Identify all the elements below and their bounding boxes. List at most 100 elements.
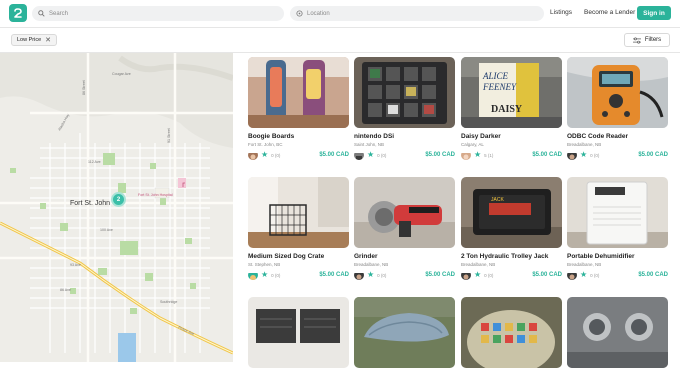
listing-card[interactable]: [461, 297, 562, 368]
listing-location: Breadalbane, NB: [354, 262, 389, 267]
listing-price: $5.00 CAD: [425, 152, 455, 158]
listing-card[interactable]: [354, 297, 455, 368]
listing-title[interactable]: 2 Ton Hydraulic Trolley Jack: [461, 253, 562, 260]
search-icon: [38, 10, 45, 17]
listing-card[interactable]: Portable Dehumidifier Breadalbane, NB ★ …: [567, 177, 668, 280]
location-icon: [296, 10, 303, 17]
cargo-box-photo[interactable]: [354, 297, 455, 368]
avatar[interactable]: [461, 150, 471, 160]
star-icon: ★: [474, 150, 482, 159]
listing-rating: 0 (0): [484, 272, 494, 278]
map-street-label: 91 Street: [167, 128, 171, 143]
listing-title[interactable]: ODBC Code Reader: [567, 133, 668, 140]
listing-card[interactable]: nintendo DSi Saint John, NB ★ 0 (0) $5.0…: [354, 57, 455, 160]
svg-text:ALICE: ALICE: [482, 71, 509, 81]
code-reader-photo[interactable]: [567, 57, 668, 128]
listing-title[interactable]: Medium Sized Dog Crate: [248, 253, 349, 260]
map-street-label: Cougar Ave: [112, 72, 131, 76]
nintendo-dsi-photo[interactable]: [354, 57, 455, 128]
grinder-photo[interactable]: [354, 177, 455, 248]
boogie-boards-photo[interactable]: [248, 57, 349, 128]
svg-text:JACK: JACK: [491, 197, 504, 203]
listing-card[interactable]: JACK 2 Ton Hydraulic Trolley Jack Breada…: [461, 177, 562, 280]
listing-price: $5.00 CAD: [638, 152, 668, 158]
listing-rating: 0 (0): [377, 152, 387, 158]
listing-card[interactable]: Medium Sized Dog Crate St. Stephen, NB ★…: [248, 177, 349, 280]
map-street-label: 86 Street: [82, 80, 86, 95]
sliders-icon: [632, 37, 641, 43]
logo-icon[interactable]: [9, 4, 27, 22]
top-bar: Search Location Listings Become a Lender…: [0, 0, 680, 27]
avatar[interactable]: [248, 150, 258, 160]
listing-title[interactable]: nintendo DSi: [354, 133, 455, 140]
map-street-label: 93 Ave: [70, 263, 81, 267]
trolley-jack-photo[interactable]: JACK: [461, 177, 562, 248]
avatar[interactable]: [567, 150, 577, 160]
star-icon: ★: [367, 150, 375, 159]
nav-listings-link[interactable]: Listings: [550, 9, 572, 16]
map-city-label: Fort St. John: [70, 200, 110, 207]
listing-location: Breadalbane, NB: [567, 142, 602, 147]
search-input[interactable]: Search: [32, 6, 284, 21]
star-icon: ★: [261, 150, 269, 159]
listing-card[interactable]: Boogie Boards Fort St. John, BC ★ 0 (0) …: [248, 57, 349, 160]
close-icon[interactable]: ✕: [45, 36, 51, 44]
listing-location: St. Stephen, NB: [248, 262, 281, 267]
listing-title[interactable]: Daisy Darker: [461, 133, 562, 140]
map-street-label: 86 Ave: [60, 288, 71, 292]
listing-rating: 0 (0): [271, 272, 281, 278]
listing-title[interactable]: Portable Dehumidifier: [567, 253, 668, 260]
book-photo[interactable]: ALICE FEENEY DAISY: [461, 57, 562, 128]
avatar[interactable]: [567, 270, 577, 280]
cluster-count: 2: [116, 196, 121, 203]
dehumidifier-photo[interactable]: [567, 177, 668, 248]
nav-become-lender-link[interactable]: Become a Lender: [584, 9, 635, 16]
svg-text:FEENEY: FEENEY: [482, 82, 517, 92]
listing-card[interactable]: ALICE FEENEY DAISY Daisy Darker Calgary, A…: [461, 57, 562, 160]
avatar[interactable]: [354, 270, 364, 280]
location-placeholder: Location: [307, 10, 330, 17]
listing-card[interactable]: Grinder Breadalbane, NB ★ 0 (0) $5.00 CA…: [354, 177, 455, 280]
listing-card[interactable]: ODBC Code Reader Breadalbane, NB ★ 0 (0)…: [567, 57, 668, 160]
filters-label: Filters: [644, 37, 662, 43]
listing-price: $5.00 CAD: [532, 152, 562, 158]
dog-crate-photo[interactable]: [248, 177, 349, 248]
listing-card[interactable]: [248, 297, 349, 368]
game-board-photo[interactable]: [461, 297, 562, 368]
header-divider: [0, 27, 680, 28]
listing-title[interactable]: Grinder: [354, 253, 455, 260]
map-street-label: Alaska Hwy: [57, 113, 70, 131]
map-street-label: Peace Ave: [178, 325, 195, 336]
listing-price: $5.00 CAD: [638, 272, 668, 278]
star-icon: ★: [261, 270, 269, 279]
avatar[interactable]: [354, 150, 364, 160]
listing-rating: 5 (1): [484, 152, 494, 158]
listing-rating: 0 (0): [271, 152, 281, 158]
star-icon: ★: [580, 270, 588, 279]
avatar[interactable]: [461, 270, 471, 280]
listing-rating: 0 (0): [590, 272, 600, 278]
lamps-photo[interactable]: [567, 297, 668, 368]
crates-photo[interactable]: [248, 297, 349, 368]
listing-location: Breadalbane, NB: [461, 262, 496, 267]
listing-price: $5.00 CAD: [425, 272, 455, 278]
map-view[interactable]: Cougar Ave 86 Street Alaska Hwy 91 Stree…: [0, 53, 233, 362]
svg-text:DAISY: DAISY: [491, 104, 523, 115]
location-input[interactable]: Location: [290, 6, 544, 21]
star-icon: ★: [474, 270, 482, 279]
listing-price: $5.00 CAD: [319, 152, 349, 158]
listing-rating: 0 (0): [590, 152, 600, 158]
search-placeholder: Search: [49, 10, 69, 17]
map-street-label: 100 Ave: [100, 228, 113, 232]
filters-button[interactable]: Filters: [624, 33, 670, 47]
listing-location: Breadalbane, NB: [567, 262, 602, 267]
avatar[interactable]: [248, 270, 258, 280]
sign-in-button[interactable]: Sign in: [637, 6, 671, 20]
listing-price: $5.00 CAD: [532, 272, 562, 278]
low-price-filter-chip[interactable]: Low Price ✕: [11, 34, 58, 46]
listing-price: $5.00 CAD: [319, 272, 349, 278]
listing-card[interactable]: [567, 297, 668, 368]
map-cluster-marker[interactable]: 2: [111, 192, 126, 207]
map-hospital-label: Fort St. John Hospital: [138, 193, 173, 197]
listing-title[interactable]: Boogie Boards: [248, 133, 349, 140]
